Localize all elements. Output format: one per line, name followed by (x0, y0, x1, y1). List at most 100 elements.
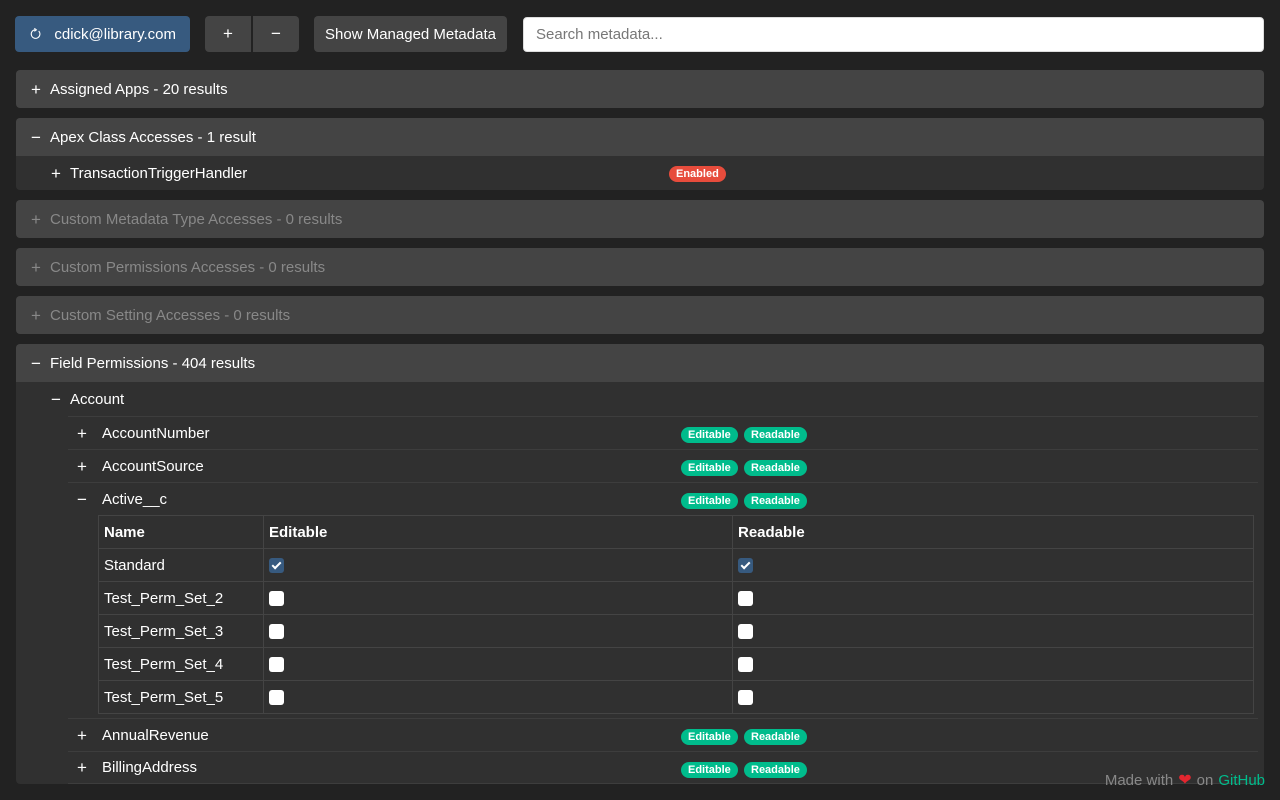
refresh-icon (30, 27, 41, 39)
section-custom-setting: + Custom Setting Accesses - 0 results (16, 296, 1264, 334)
readable-badge: Readable (744, 427, 807, 443)
permissions-table: Name Editable Readable Standard Test_Perm… (98, 515, 1254, 714)
readable-badge: Readable (744, 493, 807, 509)
metadata-list: + Assigned Apps - 20 results − Apex Clas… (16, 70, 1264, 794)
footer: Made with ❤ on GitHub (1105, 770, 1265, 790)
editable-badge: Editable (681, 460, 738, 476)
field-name: BillingAddress (102, 759, 198, 776)
refresh-user-button[interactable]: cdick@library.com (15, 16, 190, 52)
section-apex-class-accesses: − Apex Class Accesses - 1 result + Trans… (16, 118, 1264, 190)
editable-badge: Editable (681, 427, 738, 443)
expand-icon: + (31, 79, 41, 99)
permission-set-name: Test_Perm_Set_4 (98, 647, 264, 681)
readable-checkbox[interactable] (738, 591, 753, 607)
expand-collapse-group: + − (205, 16, 299, 52)
readable-cell (732, 581, 1254, 615)
section-title: Custom Permissions Accesses - 0 results (50, 258, 326, 276)
field-list: + AccountNumber Editable Readable + Acco… (68, 416, 1258, 784)
editable-badge: Editable (681, 729, 738, 745)
editable-cell (263, 581, 733, 615)
footer-made-with: Made with (1104, 771, 1174, 789)
expand-icon: + (31, 257, 41, 277)
object-row-account[interactable]: − Account (16, 382, 1264, 416)
item-name: TransactionTriggerHandler (70, 164, 248, 182)
expand-icon: + (31, 209, 41, 229)
field-row[interactable]: + AnnualRevenue Editable Readable (68, 718, 1258, 751)
user-label: cdick@library.com (54, 25, 176, 43)
editable-checkbox[interactable] (269, 690, 284, 706)
section-custom-metadata: + Custom Metadata Type Accesses - 0 resu… (16, 200, 1264, 238)
section-title: Field Permissions - 404 results (50, 354, 256, 372)
readable-checkbox[interactable] (738, 690, 753, 706)
section-header-assigned-apps[interactable]: + Assigned Apps - 20 results (16, 70, 1264, 108)
editable-badge: Editable (681, 762, 738, 778)
github-link[interactable]: GitHub (1218, 772, 1265, 789)
section-title: Custom Metadata Type Accesses - 0 result… (50, 210, 343, 228)
editable-checkbox[interactable] (269, 591, 284, 607)
table-row: Test_Perm_Set_3 (98, 614, 1254, 648)
expand-icon: + (31, 305, 41, 325)
section-header-apex[interactable]: − Apex Class Accesses - 1 result (16, 118, 1264, 156)
readable-badge: Readable (744, 729, 807, 745)
object-name: Account (70, 390, 125, 408)
footer-on: on (1196, 771, 1214, 789)
field-row[interactable]: + AccountNumber Editable Readable (68, 416, 1258, 449)
editable-checkbox[interactable] (269, 657, 284, 673)
readable-checkbox[interactable] (738, 558, 753, 574)
expand-icon: + (77, 725, 87, 745)
field-name: AccountSource (102, 457, 204, 475)
list-item[interactable]: + TransactionTriggerHandler Enabled (16, 156, 1264, 190)
permission-set-name: Test_Perm_Set_2 (98, 581, 264, 615)
readable-checkbox[interactable] (738, 624, 753, 640)
collapse-icon: − (31, 127, 41, 147)
section-title: Apex Class Accesses - 1 result (50, 128, 256, 146)
collapse-icon: − (31, 353, 41, 373)
section-header-field-permissions[interactable]: − Field Permissions - 404 results (16, 344, 1264, 382)
table-row: Test_Perm_Set_5 (98, 680, 1254, 714)
column-header-readable: Readable (732, 515, 1254, 549)
editable-badge: Editable (681, 493, 738, 509)
permission-set-name: Standard (98, 548, 264, 582)
field-row[interactable]: + AccountSource Editable Readable (68, 449, 1258, 482)
readable-badge: Readable (744, 762, 807, 778)
expand-icon: + (77, 758, 87, 777)
expand-icon: + (77, 423, 87, 443)
permission-set-name: Test_Perm_Set_3 (98, 614, 264, 648)
section-custom-permissions: + Custom Permissions Accesses - 0 result… (16, 248, 1264, 286)
table-row: Test_Perm_Set_4 (98, 647, 1254, 681)
section-assigned-apps: + Assigned Apps - 20 results (16, 70, 1264, 108)
table-header-row: Name Editable Readable (98, 515, 1254, 549)
collapse-icon: − (77, 489, 87, 509)
permission-set-name: Test_Perm_Set_5 (98, 680, 264, 714)
search-input[interactable] (523, 16, 1264, 52)
section-header-custom-permissions: + Custom Permissions Accesses - 0 result… (16, 248, 1264, 286)
editable-cell (263, 647, 733, 681)
readable-cell (732, 548, 1254, 582)
show-managed-metadata-button[interactable]: Show Managed Metadata (314, 16, 507, 52)
collapse-all-button[interactable]: − (253, 16, 299, 52)
readable-cell (732, 680, 1254, 714)
toolbar: cdick@library.com + − Show Managed Metad… (15, 16, 1264, 52)
column-header-name: Name (98, 515, 264, 549)
field-row[interactable]: + BillingAddress Editable Readable (68, 751, 1258, 784)
section-field-permissions: − Field Permissions - 404 results − Acco… (16, 344, 1264, 784)
editable-cell (263, 680, 733, 714)
editable-cell (263, 614, 733, 648)
readable-cell (732, 647, 1254, 681)
field-row[interactable]: − Active__c Editable Readable (68, 482, 1258, 515)
collapse-icon: − (51, 389, 61, 409)
editable-checkbox[interactable] (269, 624, 284, 640)
table-row: Test_Perm_Set_2 (98, 581, 1254, 615)
readable-checkbox[interactable] (738, 657, 753, 673)
section-header-custom-metadata: + Custom Metadata Type Accesses - 0 resu… (16, 200, 1264, 238)
readable-cell (732, 614, 1254, 648)
editable-checkbox[interactable] (269, 558, 284, 574)
readable-badge: Readable (744, 460, 807, 476)
section-title: Assigned Apps - 20 results (50, 80, 228, 98)
expand-all-button[interactable]: + (205, 16, 251, 52)
table-row: Standard (98, 548, 1254, 582)
column-header-editable: Editable (263, 515, 733, 549)
expand-icon: + (51, 163, 61, 183)
section-title: Custom Setting Accesses - 0 results (50, 306, 291, 324)
field-name: AccountNumber (102, 424, 210, 442)
